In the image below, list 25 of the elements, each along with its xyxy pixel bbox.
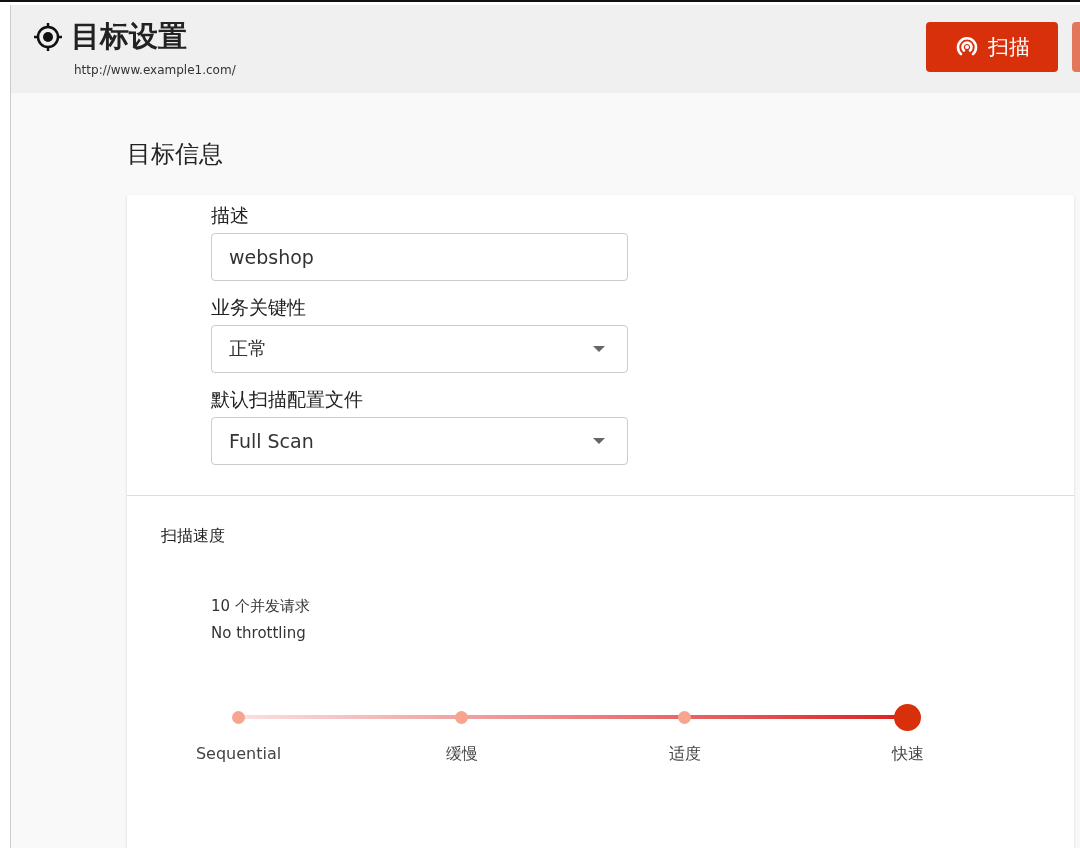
stop-label[interactable]: 适度 [668, 744, 701, 765]
target-url: http://www.example1.com/ [74, 63, 236, 77]
slider-stop[interactable] [678, 710, 691, 724]
dropdown-field[interactable]: Full Scan [211, 417, 628, 465]
dropdown-field[interactable]: 正常 [211, 325, 628, 373]
stop-label[interactable]: Sequential [195, 744, 282, 763]
text-field[interactable]: webshop [211, 233, 628, 281]
page-title: 目标设置 [71, 18, 187, 55]
slider-stop[interactable] [232, 710, 245, 724]
target-icon [33, 22, 63, 52]
scan-button[interactable]: 扫描 [926, 22, 1058, 72]
speed-label: 扫描速度 [161, 526, 226, 547]
caret-icon [593, 438, 605, 444]
slider-stop[interactable] [455, 710, 468, 724]
caret-icon [593, 346, 605, 352]
field-label: 描述 [211, 203, 250, 228]
slider-thumb[interactable] [894, 703, 921, 731]
stop-label[interactable]: 快速 [891, 744, 924, 765]
partial-button[interactable] [1072, 22, 1080, 72]
speed-note: No throttling [211, 624, 307, 642]
section-title: 目标信息 [127, 139, 224, 170]
field-label: 默认扫描配置文件 [211, 387, 364, 412]
stop-label[interactable]: 缓慢 [445, 744, 478, 765]
speed-description: 10 个并发请求 [211, 597, 311, 616]
field-label: 业务关键性 [211, 295, 307, 320]
